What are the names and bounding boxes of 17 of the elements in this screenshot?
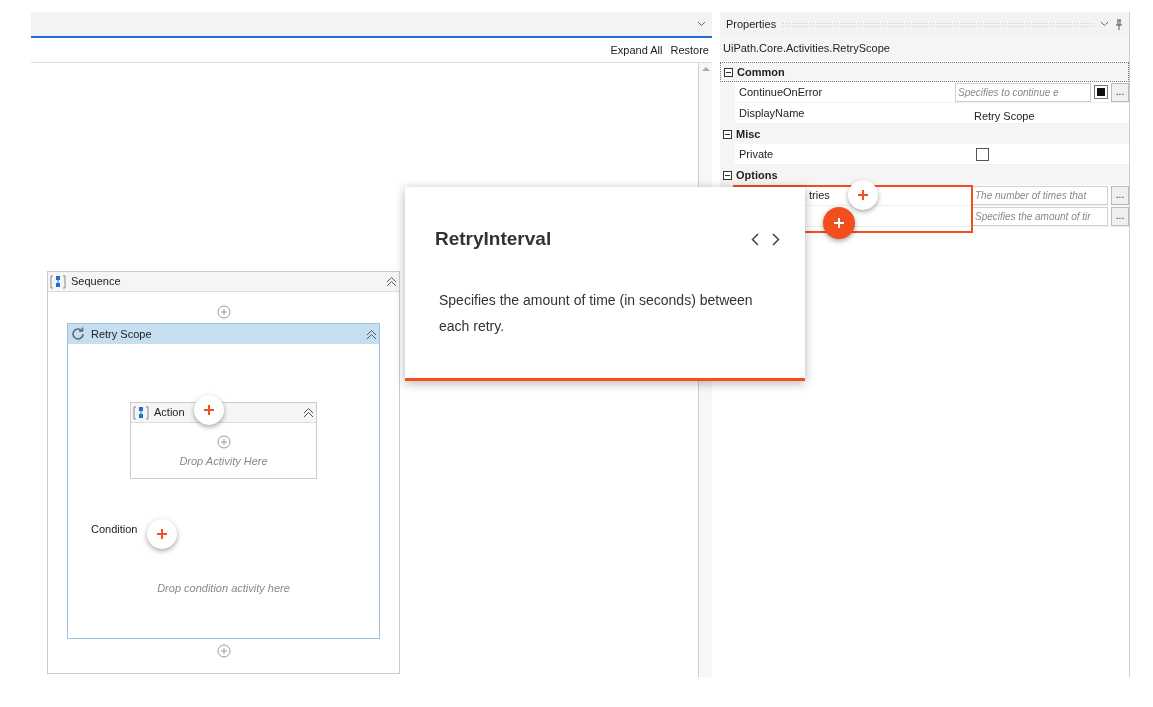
category-header: Options [736, 167, 778, 183]
popup-title: RetryInterval [435, 227, 553, 251]
property-name: Private [739, 146, 774, 162]
property-name: ContinueOnError [739, 84, 823, 100]
action-title: Action [154, 405, 185, 421]
panel-title: Properties [726, 16, 777, 32]
category-header: Common [737, 64, 785, 80]
category-header: Misc [736, 126, 761, 142]
drop-hint: Drop Activity Here [178, 454, 269, 469]
drop-hint: Drop condition activity here [156, 580, 291, 596]
property-name: DisplayName [739, 105, 805, 121]
retry-scope-title: Retry Scope [91, 326, 153, 342]
type-name: UiPath.Core.Activities.RetryScope [723, 41, 890, 57]
sequence-title: Sequence [71, 274, 122, 290]
popup-text: Specifies the amount of time (in seconds) between each retry. [439, 290, 754, 336]
condition-label: Condition [91, 522, 138, 537]
property-name: tries [809, 187, 830, 203]
